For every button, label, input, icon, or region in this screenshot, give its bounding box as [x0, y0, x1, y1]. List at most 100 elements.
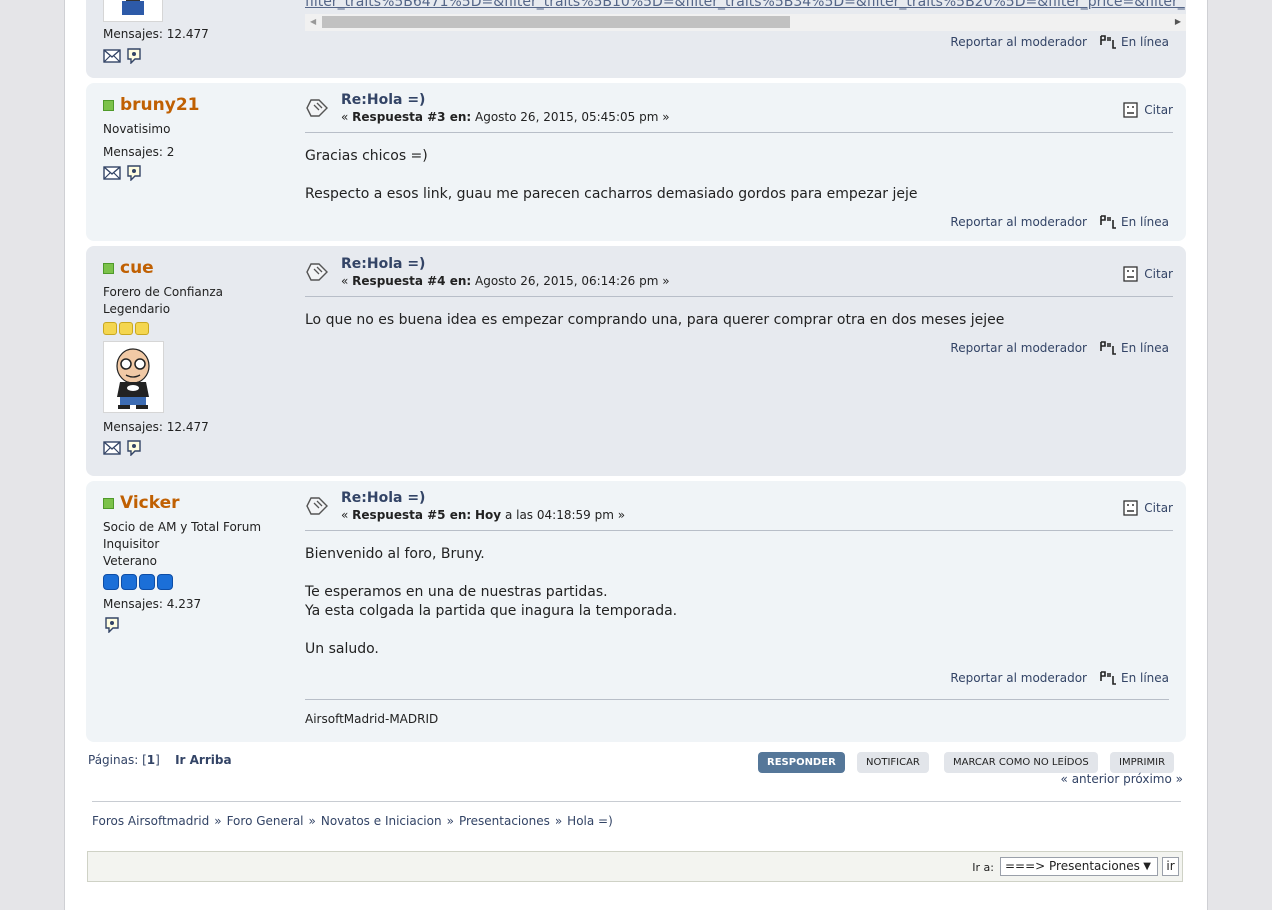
reply-number: Respuesta #3 en:	[352, 110, 472, 124]
online-icon	[1100, 341, 1116, 355]
quote-icon	[1123, 102, 1138, 118]
divider	[92, 801, 1181, 802]
member-group: Legendario	[103, 302, 171, 316]
prev-next-links[interactable]: « anterior próximo »	[1061, 772, 1183, 786]
post-subject-link[interactable]: Re:Hola =)	[341, 490, 425, 506]
message-icon	[306, 263, 328, 281]
breadcrumb-link[interactable]: Foro General	[227, 814, 304, 828]
breadcrumb-separator: »	[446, 814, 454, 828]
personal-message-icon[interactable]	[125, 440, 143, 456]
jump-go-button[interactable]: ir	[1162, 857, 1179, 876]
email-icon[interactable]	[103, 440, 121, 456]
rank-stars	[103, 322, 293, 335]
rank-star-icon	[103, 322, 117, 335]
post-content: Lo que no es buena idea es empezar compr…	[305, 311, 1173, 330]
breadcrumb-link[interactable]: Foros Airsoftmadrid	[92, 814, 209, 828]
post-reply-4: cue Forero de Confianza Legendario Mensa…	[86, 246, 1186, 476]
quote-button[interactable]: Citar	[1123, 500, 1173, 516]
post-link[interactable]: filter_traits%5B6471%5D=&filter_traits%5…	[305, 0, 1185, 10]
post-footer: Reportar al moderador En línea	[950, 340, 1169, 356]
reply-button[interactable]: Responder	[758, 752, 845, 773]
notify-button[interactable]: Notificar	[857, 752, 929, 773]
message-icon	[306, 497, 328, 515]
content-line: Ya esta colgada la partida que inagura l…	[305, 603, 678, 619]
mark-unread-button[interactable]: Marcar como no leídos	[944, 752, 1098, 773]
online-dot	[103, 497, 114, 509]
poster-info: cue Forero de Confianza Legendario Mensa…	[103, 258, 293, 456]
scroll-left-icon[interactable]: ◀	[310, 17, 316, 26]
username-link[interactable]: bruny21	[120, 95, 200, 115]
scrollbar-thumb[interactable]	[322, 16, 790, 28]
jump-select[interactable]: ===> Presentaciones ▼	[1000, 857, 1158, 876]
post-count: Mensajes: 2	[103, 145, 175, 159]
post-subject-link[interactable]: Re:Hola =)	[341, 92, 425, 108]
post-header: Re:Hola =) « Respuesta #3 en: Agosto 26,…	[305, 92, 1173, 133]
content-line: Te esperamos en una de nuestras partidas…	[305, 584, 608, 600]
rank-stars	[103, 574, 293, 590]
breadcrumb-link[interactable]: Novatos e Iniciacion	[321, 814, 442, 828]
rank-star-icon	[139, 574, 155, 590]
email-icon[interactable]	[103, 48, 121, 64]
quote-label: Citar	[1144, 501, 1173, 515]
online-label: En línea	[1120, 671, 1169, 685]
post-date: Agosto 26, 2015, 06:14:26 pm	[475, 274, 659, 288]
signature: AirsoftMadrid-MADRID	[305, 712, 439, 726]
content-line	[305, 621, 1173, 640]
online-dot	[103, 99, 114, 111]
quote-label: Citar	[1144, 103, 1173, 117]
poster-info: Vicker Socio de AM y Total Forum Inquisi…	[103, 493, 293, 633]
report-moderator-link[interactable]: Reportar al moderador	[950, 341, 1087, 355]
post-body: Re:Hola =) « Respuesta #5 en: Hoy a las …	[305, 490, 1173, 659]
meta-suffix: »	[617, 508, 626, 522]
member-title: Socio de AM y Total Forum	[103, 520, 262, 534]
post-footer: Reportar al moderador En línea	[950, 34, 1169, 50]
message-icon	[306, 99, 328, 117]
poster-icons	[103, 48, 143, 64]
online-label: En línea	[1120, 341, 1169, 355]
poster-icons	[103, 617, 293, 633]
quote-label: Citar	[1144, 267, 1173, 281]
meta-prefix: «	[341, 508, 349, 522]
post-content: Gracias chicos =) Respecto a esos link, …	[305, 147, 1173, 204]
personal-message-icon[interactable]	[125, 165, 143, 181]
quote-icon	[1123, 266, 1138, 282]
username-link[interactable]: Vicker	[120, 493, 180, 513]
personal-message-icon[interactable]	[103, 617, 121, 633]
code-scrollbar[interactable]: ◀ ▶	[305, 14, 1186, 31]
post-date: a las 04:18:59 pm	[504, 508, 614, 522]
signature-divider	[305, 699, 1169, 700]
post-header: Re:Hola =) « Respuesta #4 en: Agosto 26,…	[305, 256, 1173, 297]
breadcrumb-link[interactable]: Presentaciones	[459, 814, 550, 828]
report-moderator-link[interactable]: Reportar al moderador	[950, 35, 1087, 49]
post-meta: « Respuesta #5 en: Hoy a las 04:18:59 pm…	[341, 508, 625, 522]
username-link[interactable]: cue	[120, 258, 154, 278]
post-footer: Reportar al moderador En línea	[950, 214, 1169, 230]
email-icon[interactable]	[103, 165, 121, 181]
quote-button[interactable]: Citar	[1123, 102, 1173, 118]
rank-star-icon	[103, 574, 119, 590]
report-moderator-link[interactable]: Reportar al moderador	[950, 215, 1087, 229]
go-up-link[interactable]: Ir Arriba	[175, 753, 231, 767]
meta-suffix: »	[662, 110, 670, 124]
meta-suffix: »	[662, 274, 670, 288]
avatar	[103, 341, 164, 413]
personal-message-icon[interactable]	[125, 48, 143, 64]
report-moderator-link[interactable]: Reportar al moderador	[950, 671, 1087, 685]
avatar	[103, 0, 163, 22]
current-page: 1	[146, 753, 156, 767]
content-line	[305, 564, 1173, 583]
scroll-right-icon[interactable]: ▶	[1175, 17, 1181, 26]
breadcrumb-current[interactable]: Hola =)	[567, 814, 613, 828]
post-body: Re:Hola =) « Respuesta #3 en: Agosto 26,…	[305, 92, 1173, 204]
jump-to-box: Ir a: ===> Presentaciones ▼ ir	[87, 851, 1183, 882]
online-icon	[1100, 215, 1116, 229]
content-line: Gracias chicos =)	[305, 148, 428, 164]
post-subject-link[interactable]: Re:Hola =)	[341, 256, 425, 272]
breadcrumb-separator: »	[308, 814, 316, 828]
quote-icon	[1123, 500, 1138, 516]
post-count: Mensajes: 12.477	[103, 420, 209, 434]
print-button[interactable]: Imprimir	[1110, 752, 1175, 773]
content-line: Respecto a esos link, guau me parecen ca…	[305, 186, 918, 202]
quote-button[interactable]: Citar	[1123, 266, 1173, 282]
meta-prefix: «	[341, 110, 349, 124]
